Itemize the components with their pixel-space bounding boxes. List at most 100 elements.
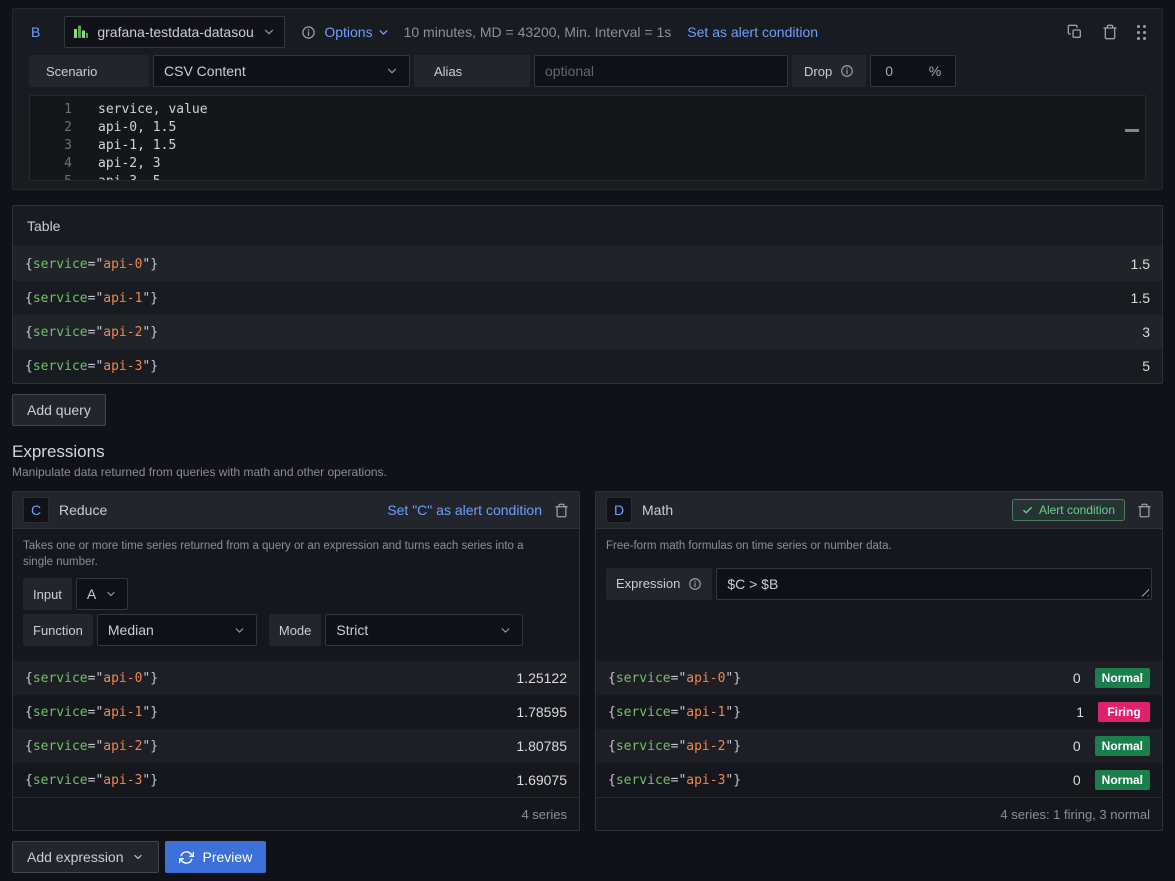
line-text: api-1, 1.5 <box>98 137 176 155</box>
series-value: 1.5 <box>1131 290 1150 306</box>
check-icon <box>1022 505 1033 516</box>
code-line: 1 service, value <box>30 101 1145 119</box>
query-header: B grafana-testdata-datasou <box>29 15 1146 49</box>
label-value: api-1 <box>103 705 142 720</box>
line-number: 1 <box>30 101 72 119</box>
line-number: 3 <box>30 137 72 155</box>
series-label: {service="api-2"} <box>608 739 741 754</box>
series-value: 1.5 <box>1131 256 1150 272</box>
drop-percent-value: 0 <box>885 63 893 79</box>
expression-ref-id-badge[interactable]: D <box>606 497 632 523</box>
state-badge: Normal <box>1095 668 1150 688</box>
series-value: 1.80785 <box>516 738 567 754</box>
alias-input[interactable] <box>534 55 788 87</box>
drag-handle-icon[interactable] <box>1137 25 1146 40</box>
options-toggle[interactable]: Options <box>324 24 389 40</box>
input-select[interactable]: A <box>76 578 128 610</box>
label-value: api-1 <box>103 291 142 306</box>
delete-query-button[interactable] <box>1102 24 1118 40</box>
state-badge: Normal <box>1095 770 1150 790</box>
reduce-description: Takes one or more time series returned f… <box>23 539 553 570</box>
alert-condition-badge: Alert condition <box>1012 499 1125 521</box>
series-label: {service="api-1"} <box>608 705 741 720</box>
delete-expression-button[interactable] <box>554 503 569 518</box>
series-label: {service="api-1"} <box>25 705 158 720</box>
resize-handle[interactable] <box>1140 588 1149 597</box>
function-label: Function <box>23 614 93 646</box>
series-result-row: {service="api-0"} 0 Normal <box>596 661 1162 695</box>
expressions-heading: Expressions <box>12 442 1163 462</box>
reduce-card-header: C Reduce Set "C" as alert condition <box>13 492 579 529</box>
math-description: Free-form math formulas on time series o… <box>606 539 1136 555</box>
scenario-select[interactable]: CSV Content <box>153 55 410 87</box>
math-card-header: D Math Alert condition <box>596 492 1162 529</box>
datasource-icon <box>73 24 89 40</box>
label-value: api-3 <box>103 773 142 788</box>
preview-button[interactable]: Preview <box>165 841 267 873</box>
series-result-row: {service="api-1"} 1.5 <box>13 281 1162 315</box>
label-value: api-2 <box>686 739 725 754</box>
math-expression-input[interactable]: $C > $B <box>716 568 1152 600</box>
duplicate-query-button[interactable] <box>1067 24 1083 40</box>
series-value: 0 <box>1073 670 1081 686</box>
chevron-down-icon <box>233 624 246 637</box>
series-result-row: {service="api-3"} 0 Normal <box>596 763 1162 797</box>
info-icon[interactable] <box>688 577 702 591</box>
info-icon[interactable] <box>301 25 316 40</box>
series-result-row: {service="api-0"} 1.5 <box>13 247 1162 281</box>
series-value: 1.25122 <box>516 670 567 686</box>
datasource-picker[interactable]: grafana-testdata-datasou <box>64 16 285 48</box>
delete-expression-button[interactable] <box>1137 503 1152 518</box>
editor-scrollbar-thumb[interactable] <box>1125 129 1139 132</box>
series-result-row: {service="api-2"} 3 <box>13 315 1162 349</box>
reduce-header-actions: Set "C" as alert condition <box>387 502 569 518</box>
add-query-button[interactable]: Add query <box>12 394 106 426</box>
function-value: Median <box>108 622 154 638</box>
label-name: service <box>33 739 88 754</box>
query-card-b: B grafana-testdata-datasou <box>12 8 1163 190</box>
code-line: 3 api-1, 1.5 <box>30 137 1145 155</box>
input-label: Input <box>23 578 72 610</box>
bottom-actions: Add expression Preview <box>12 841 1163 873</box>
csv-content-code-editor[interactable]: 1 service, value 2 api-0, 1.5 3 api-1, 1… <box>29 95 1146 181</box>
drop-percent-input[interactable]: 0 % <box>870 55 956 87</box>
add-expression-button[interactable]: Add expression <box>12 841 159 873</box>
set-c-alert-condition-link[interactable]: Set "C" as alert condition <box>387 502 542 518</box>
label-name: service <box>33 671 88 686</box>
series-label: {service="api-1"} <box>25 291 158 306</box>
scenario-label: Scenario <box>29 55 149 87</box>
set-alert-condition-link[interactable]: Set as alert condition <box>687 24 818 40</box>
mode-select[interactable]: Strict <box>325 614 523 646</box>
series-label: {service="api-3"} <box>608 773 741 788</box>
series-result-row: {service="api-0"} 1.25122 <box>13 661 579 695</box>
expression-ref-id-badge[interactable]: C <box>23 497 49 523</box>
scenario-value: CSV Content <box>164 63 246 79</box>
function-select[interactable]: Median <box>97 614 257 646</box>
math-expression-value: $C > $B <box>727 576 778 592</box>
label-value: api-2 <box>103 325 142 340</box>
label-value: api-1 <box>686 705 725 720</box>
query-ref-id: B <box>31 24 40 40</box>
mode-label: Mode <box>269 614 322 646</box>
code-lines: 1 service, value 2 api-0, 1.5 3 api-1, 1… <box>30 101 1145 181</box>
math-card-title: Math <box>642 502 673 518</box>
series-label: {service="api-2"} <box>25 739 158 754</box>
series-value: 0 <box>1073 738 1081 754</box>
series-value: 1.69075 <box>516 772 567 788</box>
chevron-down-icon <box>499 624 512 637</box>
series-result-row: {service="api-2"} 1.80785 <box>13 729 579 763</box>
label-value: api-3 <box>103 359 142 374</box>
line-number: 5 <box>30 173 72 181</box>
label-value: api-0 <box>103 671 142 686</box>
line-text: service, value <box>98 101 208 119</box>
expression-card-reduce: C Reduce Set "C" as alert condition Take… <box>12 491 580 831</box>
chevron-down-icon <box>377 26 390 39</box>
chevron-down-icon <box>385 64 399 78</box>
info-icon[interactable] <box>840 64 854 78</box>
label-name: service <box>33 257 88 272</box>
chevron-down-icon <box>105 588 117 600</box>
chevron-down-icon <box>132 851 144 863</box>
alias-label: Alias <box>414 55 530 87</box>
code-line: 5 api-3, 5 <box>30 173 1145 181</box>
mode-value: Strict <box>336 622 368 638</box>
